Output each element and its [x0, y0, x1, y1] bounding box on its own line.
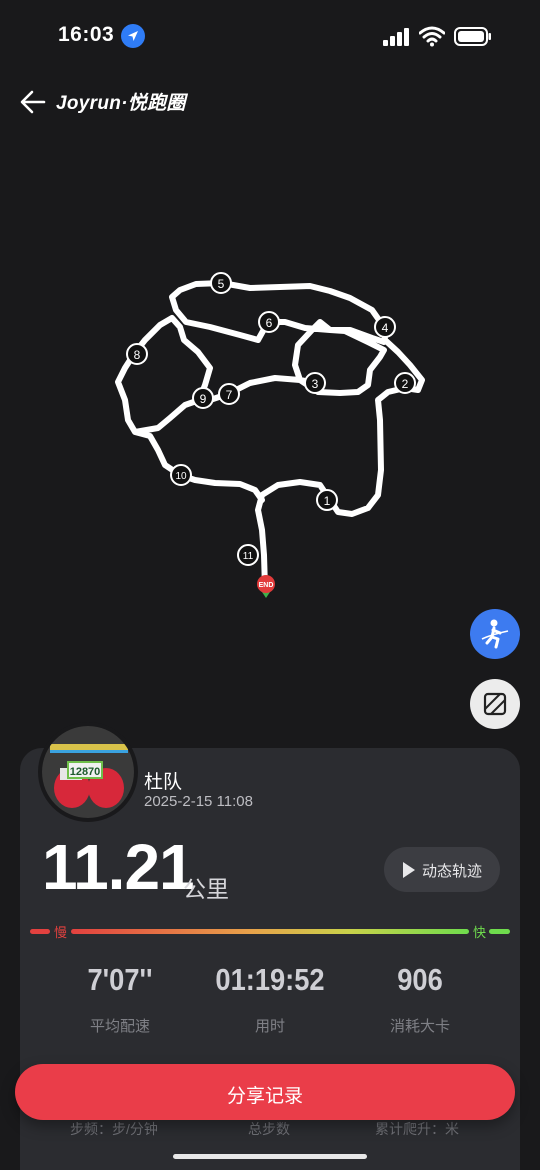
km-marker-11: 11 [237, 544, 259, 566]
route-map[interactable]: 1 2 3 4 5 6 7 8 9 10 11 END [0, 124, 540, 744]
user-name: 杜队 [144, 772, 183, 793]
app-title: Joyrun·悦跑圈 [56, 93, 186, 114]
play-icon [403, 862, 415, 878]
status-bar: 16:03 [0, 0, 540, 72]
cellular-signal-icon [383, 28, 409, 46]
run-date: 2025-2-15 11:08 [144, 793, 253, 810]
svg-text:6: 6 [266, 316, 273, 330]
map-layer-icon [483, 692, 507, 716]
calories-value: 906 [397, 962, 443, 997]
cadence-label: 步频：步/分钟 [70, 1121, 158, 1137]
track-replay-label: 动态轨迹 [422, 863, 483, 880]
distance-unit: 公里 [183, 876, 229, 902]
back-arrow-icon[interactable] [18, 88, 48, 116]
avg-pace-label: 平均配速 [89, 1018, 150, 1035]
status-time: 16:03 [58, 23, 115, 46]
duration-value: 01:19:52 [215, 962, 325, 997]
end-marker: END [257, 575, 275, 598]
svg-text:8: 8 [134, 348, 141, 362]
svg-text:5: 5 [218, 277, 225, 291]
svg-text:9: 9 [200, 392, 207, 406]
elevation-gain-label: 累计爬升：米 [375, 1121, 459, 1137]
runner-mode-button[interactable] [470, 609, 520, 659]
km-marker-6: 6 [258, 311, 280, 333]
avatar[interactable]: 12870 [38, 722, 138, 822]
pace-slow-label: 慢 [54, 925, 68, 940]
pace-fast-label: 快 [473, 925, 487, 940]
km-marker-9: 9 [192, 387, 214, 409]
km-marker-10: 10 [170, 464, 192, 486]
svg-text:11: 11 [243, 551, 254, 562]
runner-icon [481, 619, 509, 649]
svg-text:7: 7 [226, 388, 233, 402]
share-record-button[interactable]: 分享记录 [15, 1064, 515, 1120]
total-steps-label: 总步数 [248, 1121, 290, 1137]
km-marker-4: 4 [374, 316, 396, 338]
top-nav: Joyrun·悦跑圈 [0, 80, 540, 124]
svg-text:2: 2 [402, 377, 409, 391]
share-record-label: 分享记录 [226, 1086, 303, 1107]
km-marker-7: 7 [218, 383, 240, 405]
avg-pace-value: 7'07'' [87, 962, 153, 997]
battery-icon [454, 27, 491, 46]
svg-text:1: 1 [324, 494, 331, 508]
svg-text:3: 3 [312, 377, 319, 391]
calories-label: 消耗大卡 [389, 1018, 450, 1035]
distance-value: 11.21 [42, 831, 195, 903]
pace-bar-fast-segment [489, 929, 510, 934]
svg-text:12870: 12870 [70, 766, 101, 778]
km-marker-5: 5 [210, 272, 232, 294]
duration-label: 用时 [254, 1018, 285, 1035]
km-marker-3: 3 [304, 372, 326, 394]
pace-bar-slow-segment [30, 929, 50, 934]
wifi-icon [419, 26, 445, 47]
location-arrow-icon [121, 24, 145, 48]
track-replay-button[interactable]: 动态轨迹 [384, 847, 500, 892]
pace-gradient-bar [71, 929, 469, 934]
svg-text:10: 10 [175, 471, 187, 482]
km-marker-2: 2 [394, 372, 416, 394]
km-marker-8: 8 [126, 343, 148, 365]
map-layer-button[interactable] [470, 679, 520, 729]
svg-text:END: END [259, 582, 274, 589]
km-marker-1: 1 [316, 489, 338, 511]
svg-text:4: 4 [382, 321, 389, 335]
home-indicator[interactable] [173, 1154, 367, 1159]
